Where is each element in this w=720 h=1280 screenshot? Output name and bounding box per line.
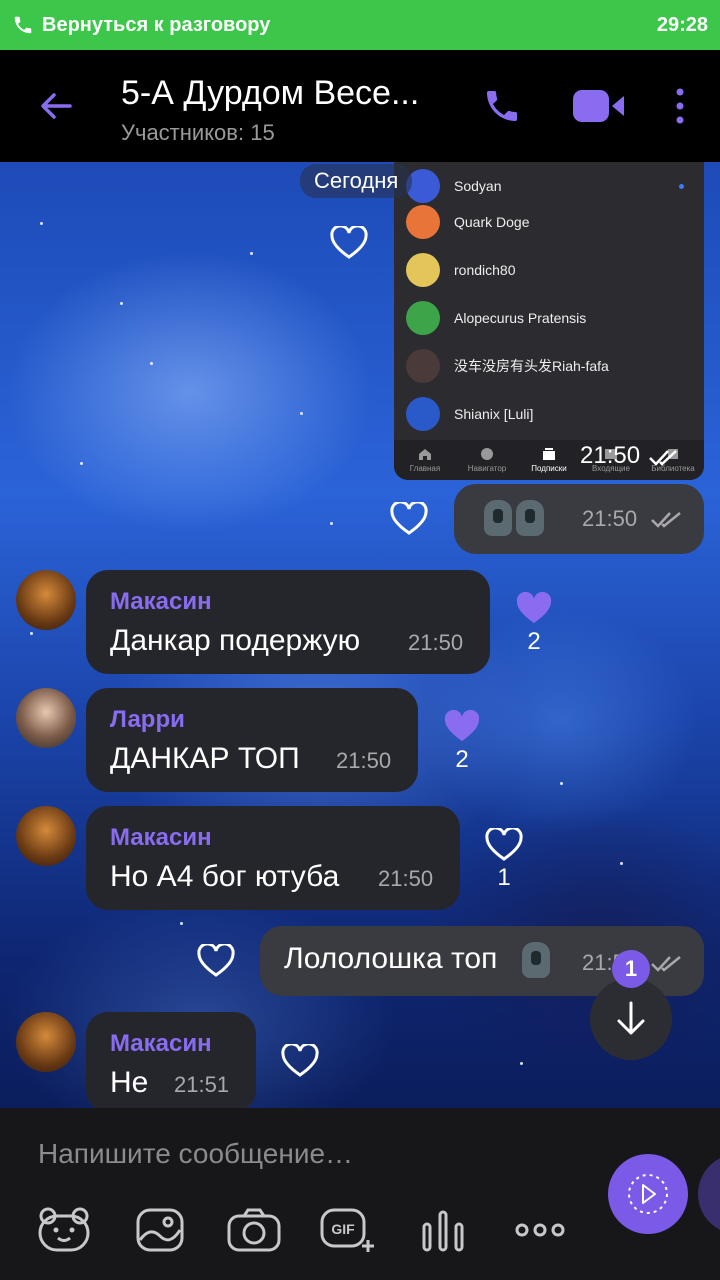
message-text: ДАНКАР ТОП bbox=[110, 742, 300, 775]
heart-icon[interactable] bbox=[390, 502, 428, 536]
voice-icon[interactable] bbox=[416, 1206, 472, 1254]
sender-name[interactable]: Ларри bbox=[110, 706, 185, 734]
channel-name: Alopecurus Pratensis bbox=[454, 310, 587, 326]
heart-icon[interactable] bbox=[515, 592, 553, 626]
send-button[interactable] bbox=[608, 1154, 688, 1234]
message-time: 21:50 bbox=[580, 442, 641, 469]
call-icon[interactable] bbox=[482, 86, 522, 126]
sender-name[interactable]: Макасин bbox=[110, 1030, 212, 1058]
list-item: rondich80 bbox=[394, 246, 704, 294]
message-input[interactable]: Напишите сообщение… bbox=[38, 1138, 353, 1170]
emoji-moai-icon bbox=[518, 942, 550, 978]
unread-badge: 1 bbox=[612, 950, 650, 988]
like-count: 2 bbox=[527, 628, 541, 655]
message-time: 21:50 bbox=[582, 506, 638, 531]
gallery-icon[interactable] bbox=[132, 1206, 188, 1254]
avatar[interactable] bbox=[16, 1012, 76, 1072]
message-bubble-incoming[interactable]: Макасин Данкар подержую 21:50 bbox=[86, 570, 490, 674]
message-text: Лололошка топ bbox=[284, 942, 498, 975]
send-icon bbox=[628, 1174, 668, 1214]
heart-icon[interactable] bbox=[197, 944, 235, 978]
camera-icon[interactable] bbox=[226, 1206, 282, 1254]
message-bubble-incoming[interactable]: Макасин Но А4 бог ютуба 21:50 bbox=[86, 806, 460, 910]
avatar[interactable] bbox=[16, 570, 76, 630]
channel-name: 没车没房有头发Riah-fafa bbox=[454, 358, 609, 374]
list-item: Alopecurus Pratensis bbox=[394, 294, 704, 342]
video-icon[interactable] bbox=[572, 88, 626, 124]
heart-icon[interactable] bbox=[330, 226, 368, 260]
tab-subscriptions: Подписки bbox=[518, 440, 580, 480]
channel-name: Quark Doge bbox=[454, 214, 530, 230]
secondary-action-button[interactable] bbox=[698, 1154, 720, 1234]
message-text: Данкар подержую bbox=[110, 624, 361, 657]
read-ticks-icon bbox=[649, 450, 677, 466]
like-count: 1 bbox=[497, 864, 511, 891]
avatar[interactable] bbox=[16, 806, 76, 866]
tab-explore: Навигатор bbox=[456, 440, 518, 480]
read-ticks-icon bbox=[651, 512, 681, 528]
message-bubble-incoming[interactable]: Макасин Не 21:51 bbox=[86, 1012, 256, 1108]
channel-name: Shianix [Luli] bbox=[454, 406, 534, 422]
message-time: 21:50 bbox=[336, 748, 392, 773]
sender-name[interactable]: Макасин bbox=[110, 588, 212, 616]
back-arrow-icon[interactable] bbox=[36, 86, 76, 126]
message-bubble-outgoing[interactable]: 21:50 bbox=[454, 484, 704, 554]
avatar bbox=[406, 301, 440, 335]
message-time: 21:50 bbox=[408, 630, 464, 655]
scroll-to-bottom-button[interactable] bbox=[590, 978, 672, 1060]
avatar bbox=[406, 349, 440, 383]
list-item: Shianix [Luli] bbox=[394, 390, 704, 438]
new-content-dot bbox=[679, 183, 684, 189]
like-count: 2 bbox=[455, 746, 469, 773]
heart-icon[interactable] bbox=[281, 1044, 319, 1078]
return-to-call-bar[interactable]: Вернуться к разговору 29:28 bbox=[0, 0, 720, 50]
participants-count[interactable]: Участников: 15 bbox=[121, 120, 275, 146]
sticker-icon[interactable] bbox=[36, 1206, 92, 1254]
read-ticks-icon bbox=[651, 956, 681, 972]
avatar bbox=[406, 397, 440, 431]
channel-name: rondich80 bbox=[454, 262, 516, 278]
scroll-down-icon bbox=[617, 1001, 645, 1035]
svg-text:GIF: GIF bbox=[331, 1221, 355, 1237]
emoji-moai-icon bbox=[480, 500, 544, 536]
sender-name[interactable]: Макасин bbox=[110, 824, 212, 852]
chat-title[interactable]: 5-А Дурдом Весе... bbox=[121, 74, 419, 113]
date-separator: Сегодня bbox=[300, 164, 413, 198]
heart-icon[interactable] bbox=[443, 710, 481, 744]
shared-screenshot[interactable]: Sodyan Quark Doge rondich80 Alopecurus P… bbox=[394, 162, 704, 480]
list-item: 没车没房有头发Riah-fafa bbox=[394, 342, 704, 390]
list-item: Quark Doge bbox=[394, 198, 704, 246]
avatar bbox=[406, 253, 440, 287]
subscriptions-icon bbox=[543, 448, 555, 460]
tab-home: Главная bbox=[394, 440, 456, 480]
message-composer: Напишите сообщение… GIF bbox=[0, 1108, 720, 1280]
heart-icon[interactable] bbox=[485, 828, 523, 862]
return-to-call-label: Вернуться к разговору bbox=[42, 13, 271, 36]
message-time: 21:51 bbox=[174, 1072, 230, 1097]
avatar bbox=[406, 205, 440, 239]
more-tools-icon[interactable] bbox=[512, 1206, 568, 1254]
phone-icon bbox=[14, 16, 32, 34]
channel-name: Sodyan bbox=[454, 178, 502, 194]
message-text: Не bbox=[110, 1066, 149, 1099]
message-time: 21:50 bbox=[378, 866, 434, 891]
gif-icon[interactable]: GIF bbox=[320, 1206, 376, 1254]
avatar[interactable] bbox=[16, 688, 76, 748]
compass-icon bbox=[481, 448, 493, 460]
home-icon bbox=[419, 449, 431, 460]
more-icon[interactable] bbox=[668, 86, 692, 126]
message-bubble-incoming[interactable]: Ларри ДАНКАР ТОП 21:50 bbox=[86, 688, 418, 792]
message-text: Но А4 бог ютуба bbox=[110, 860, 340, 893]
call-duration: 29:28 bbox=[656, 13, 708, 36]
chat-header: 5-А Дурдом Весе... Участников: 15 bbox=[0, 50, 720, 162]
message-list[interactable]: Sodyan Quark Doge rondich80 Alopecurus P… bbox=[0, 162, 720, 1108]
